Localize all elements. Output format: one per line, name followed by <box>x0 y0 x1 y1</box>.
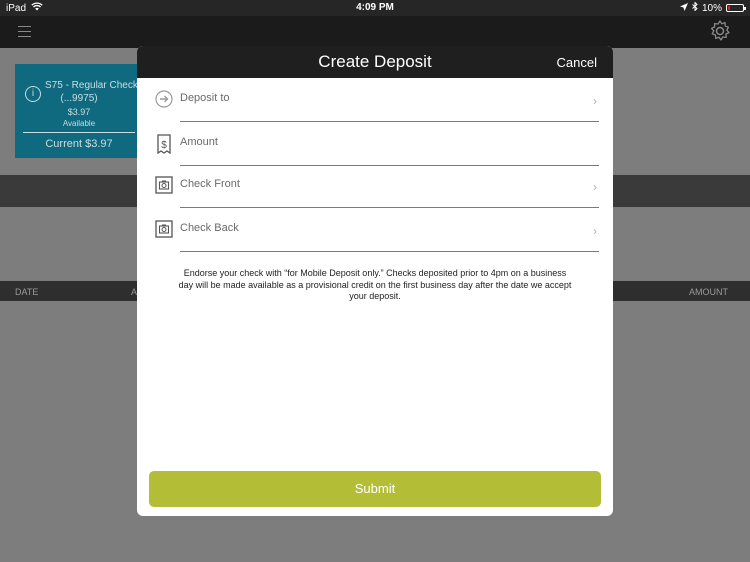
camera-icon <box>155 220 173 238</box>
chevron-right-icon: › <box>593 180 597 194</box>
account-number: (...9975) <box>60 93 98 104</box>
account-card[interactable]: i S75 - Regular Checking (...9975) $3.97… <box>15 64 151 158</box>
amount-field[interactable]: $ Amount <box>155 132 599 166</box>
account-name: S75 - Regular Checking <box>45 80 152 91</box>
modal-header: Create Deposit Cancel <box>137 46 613 78</box>
check-back-field[interactable]: Check Back › <box>155 218 599 252</box>
field-underline <box>180 207 599 208</box>
deposit-to-field[interactable]: Deposit to › <box>155 88 599 122</box>
check-front-label: Check Front <box>180 178 240 190</box>
available-label: Available <box>62 119 96 128</box>
column-date: DATE <box>15 287 39 297</box>
modal-title: Create Deposit <box>318 52 432 71</box>
gear-icon[interactable] <box>708 19 732 48</box>
menu-icon[interactable] <box>18 26 31 41</box>
chevron-right-icon: › <box>593 94 597 108</box>
endorsement-notice: Endorse your check with “for Mobile Depo… <box>178 268 572 301</box>
deposit-to-label: Deposit to <box>180 92 230 104</box>
arrow-circle-icon <box>155 90 173 108</box>
account-current-balance: Current $3.97 <box>45 138 113 150</box>
create-deposit-modal: Create Deposit Cancel Deposit to › $ Amo… <box>137 46 613 516</box>
card-divider <box>23 132 135 133</box>
app-navbar <box>0 16 750 48</box>
column-amount: AMOUNT <box>689 287 728 297</box>
bluetooth-icon <box>692 1 698 14</box>
status-bar: iPad 4:09 PM 10% <box>0 0 750 16</box>
battery-percent: 10% <box>701 2 722 14</box>
amount-label: Amount <box>180 136 218 148</box>
cancel-button[interactable]: Cancel <box>557 55 597 70</box>
account-available-amount: $3.97 <box>67 107 91 117</box>
camera-icon <box>155 176 173 194</box>
submit-button[interactable]: Submit <box>149 471 601 507</box>
field-underline <box>180 251 599 252</box>
check-back-label: Check Back <box>180 222 239 234</box>
status-time: 4:09 PM <box>356 2 394 13</box>
dollar-receipt-icon: $ <box>155 134 173 155</box>
battery-icon <box>726 4 746 12</box>
svg-text:$: $ <box>161 140 167 151</box>
check-front-field[interactable]: Check Front › <box>155 174 599 208</box>
chevron-right-icon: › <box>593 224 597 238</box>
field-underline <box>180 121 599 122</box>
location-icon <box>679 2 688 14</box>
field-underline <box>180 165 599 166</box>
